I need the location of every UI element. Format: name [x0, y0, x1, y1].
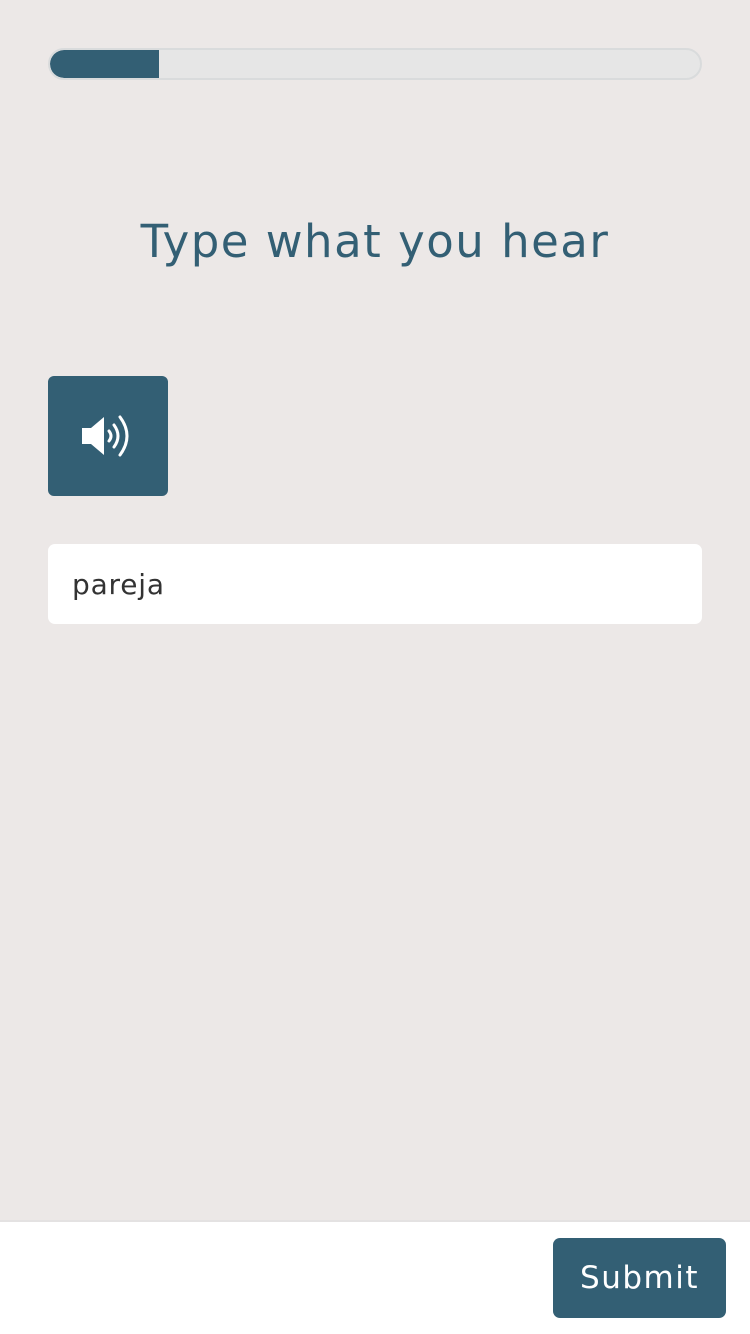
answer-input[interactable]: [48, 544, 702, 624]
page-title: Type what you hear: [140, 215, 610, 268]
speaker-volume-icon: [80, 413, 136, 459]
submit-button[interactable]: Submit: [553, 1238, 726, 1318]
progress-bar-fill: [50, 50, 159, 78]
progress-bar: [48, 48, 702, 80]
play-audio-button[interactable]: [48, 376, 168, 496]
